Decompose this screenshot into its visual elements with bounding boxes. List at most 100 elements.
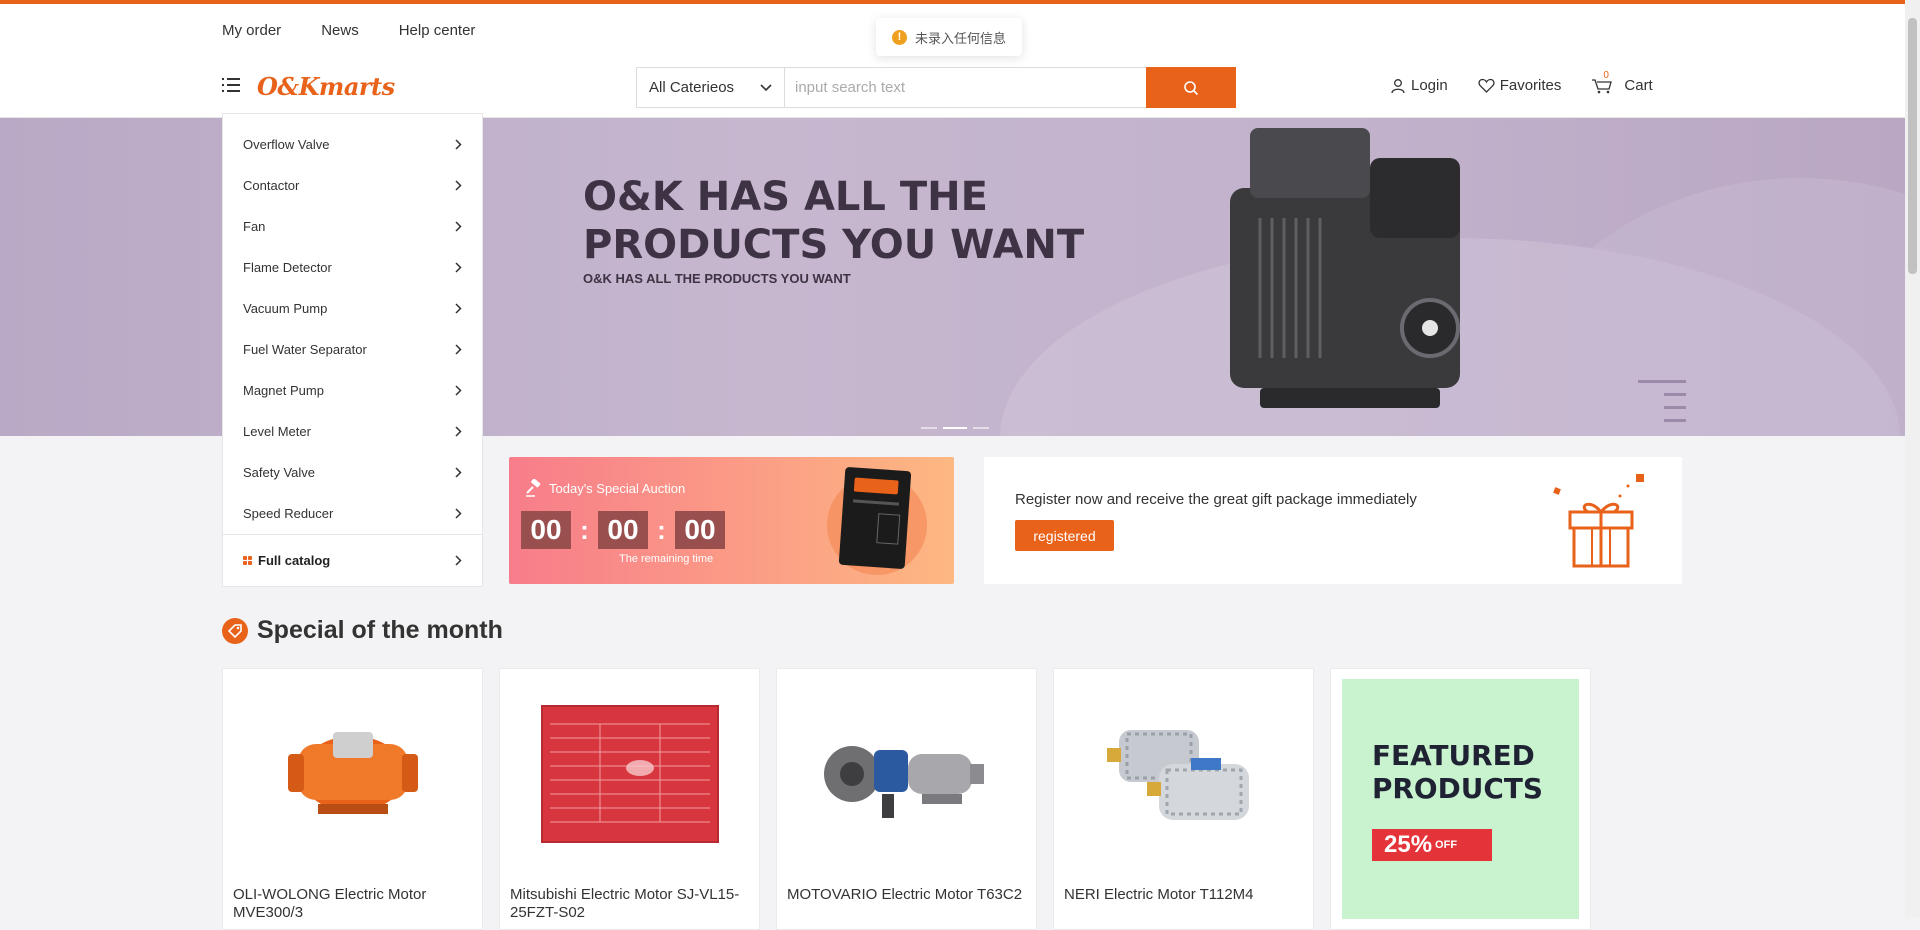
banner-subtitle: O&K HAS ALL THE PRODUCTS YOU WANT [583, 271, 851, 286]
sidebar-item-fuel-water-separator[interactable]: Fuel Water Separator [223, 329, 482, 370]
sidebar-item-label: Vacuum Pump [243, 301, 328, 316]
sidebar-item-label: Fuel Water Separator [243, 342, 367, 357]
tag-icon [222, 617, 248, 644]
carousel-dot-active[interactable] [943, 427, 967, 429]
my-order-link[interactable]: My order [222, 22, 281, 39]
featured-title-line1: FEATURED [1372, 739, 1535, 772]
chevron-right-icon [455, 221, 462, 232]
full-catalog-label: Full catalog [258, 553, 331, 568]
search-input[interactable] [785, 68, 1146, 107]
sidebar-item-label: Speed Reducer [243, 506, 334, 521]
chevron-right-icon [455, 180, 462, 191]
featured-title: FEATURED PRODUCTS [1372, 739, 1579, 820]
product-card[interactable]: NERI Electric Motor T112M4 [1053, 668, 1314, 930]
product-image [535, 689, 725, 859]
auction-header: Today's Special Auction [525, 479, 685, 497]
carousel-dot[interactable] [921, 427, 937, 429]
login-label: Login [1411, 77, 1448, 94]
category-sidebar: Overflow Valve Contactor Fan Flame Detec… [222, 113, 483, 587]
product-card[interactable]: OLI-WOLONG Electric Motor MVE300/3 [222, 668, 483, 930]
scrollbar-thumb[interactable] [1908, 18, 1917, 274]
product-name: MOTOVARIO Electric Motor T63C2 [787, 886, 1023, 903]
chevron-down-icon [760, 83, 772, 91]
page-scrollbar[interactable] [1905, 0, 1920, 917]
user-icon [1391, 78, 1405, 93]
help-center-link[interactable]: Help center [399, 22, 476, 39]
cart-icon [1592, 78, 1613, 93]
register-promo-card: Register now and receive the great gift … [984, 457, 1682, 584]
sidebar-item-label: Overflow Valve [243, 137, 330, 152]
warning-icon: ! [892, 29, 907, 45]
product-card[interactable]: Mitsubishi Electric Motor SJ-VL15-25FZT-… [499, 668, 760, 930]
product-image [812, 689, 1002, 859]
sidebar-item-magnet-pump[interactable]: Magnet Pump [223, 370, 482, 411]
timer-seconds: 00 [675, 511, 725, 549]
device-image [838, 466, 912, 570]
carousel-dot[interactable] [973, 427, 989, 429]
favorites-link[interactable]: Favorites [1478, 77, 1562, 94]
chevron-right-icon [455, 555, 462, 566]
decorative-bars [1638, 380, 1686, 432]
logo[interactable]: O&Kmarts [257, 72, 395, 101]
timer-hours: 00 [521, 511, 571, 549]
auction-title: Today's Special Auction [549, 480, 686, 496]
sidebar-item-fan[interactable]: Fan [223, 206, 482, 247]
news-link[interactable]: News [321, 22, 359, 39]
heart-icon [1478, 78, 1495, 93]
search-bar: All Caterieos [636, 67, 1236, 108]
search-button[interactable] [1146, 67, 1236, 108]
chevron-right-icon [455, 139, 462, 150]
sidebar-item-label: Magnet Pump [243, 383, 324, 398]
top-links: My order News Help center [222, 22, 515, 39]
cart-link[interactable]: 0 Cart [1591, 70, 1653, 94]
discount-badge: 25% OFF [1372, 829, 1492, 861]
countdown-timer: 00 : 00 : 00 [521, 511, 725, 549]
register-button[interactable]: registered [1015, 520, 1114, 551]
sidebar-item-safety-valve[interactable]: Safety Valve [223, 452, 482, 493]
user-links: Login Favorites 0 Cart [1390, 70, 1683, 94]
gavel-icon [526, 479, 541, 497]
chevron-right-icon [455, 262, 462, 273]
cart-count-badge: 0 [1603, 70, 1609, 81]
grid-icon [243, 556, 252, 565]
search-icon [1184, 80, 1199, 95]
featured-products-banner[interactable]: FEATURED PRODUCTS 25% OFF [1330, 668, 1591, 930]
banner-title-line2: PRODUCTS YOU WANT [583, 222, 1085, 268]
product-card[interactable]: MOTOVARIO Electric Motor T63C2 [776, 668, 1037, 930]
gift-icon [1553, 474, 1644, 568]
product-list: OLI-WOLONG Electric Motor MVE300/3 Mitsu… [222, 668, 1591, 930]
sidebar-item-label: Level Meter [243, 424, 311, 439]
featured-title-line2: PRODUCTS [1372, 772, 1543, 805]
sidebar-item-vacuum-pump[interactable]: Vacuum Pump [223, 288, 482, 329]
chevron-right-icon [455, 344, 462, 355]
favorites-label: Favorites [1499, 77, 1562, 94]
toast-text: 未录入任何信息 [915, 30, 1007, 46]
sidebar-item-overflow-valve[interactable]: Overflow Valve [223, 124, 482, 165]
category-select-label: All Caterieos [649, 79, 735, 96]
sidebar-item-level-meter[interactable]: Level Meter [223, 411, 482, 452]
sidebar-item-label: Fan [243, 219, 266, 234]
discount-off: OFF [1435, 839, 1458, 851]
category-select[interactable]: All Caterieos [637, 68, 785, 107]
section-title-special: Special of the month [222, 616, 503, 645]
timer-minutes: 00 [598, 511, 648, 549]
chevron-right-icon [455, 426, 462, 437]
special-auction-card[interactable]: Today's Special Auction 00 : 00 : 00 The… [509, 457, 954, 584]
sidebar-item-contactor[interactable]: Contactor [223, 165, 482, 206]
chevron-right-icon [455, 508, 462, 519]
remaining-time-label: The remaining time [619, 553, 714, 565]
sidebar-item-label: Safety Valve [243, 465, 316, 480]
chevron-right-icon [455, 385, 462, 396]
product-image [258, 689, 448, 859]
sidebar-item-speed-reducer[interactable]: Speed Reducer [223, 493, 482, 534]
compressor-image [1230, 128, 1460, 408]
product-name: NERI Electric Motor T112M4 [1064, 886, 1254, 903]
product-image [1089, 689, 1279, 859]
sidebar-item-label: Flame Detector [243, 260, 332, 275]
login-link[interactable]: Login [1390, 77, 1448, 94]
banner-title: O&K HAS ALL THE PRODUCTS YOU WANT [583, 173, 1143, 269]
menu-icon[interactable] [222, 76, 240, 94]
full-catalog-link[interactable]: Full catalog [223, 534, 482, 586]
sidebar-item-flame-detector[interactable]: Flame Detector [223, 247, 482, 288]
cart-label: Cart [1624, 77, 1653, 94]
